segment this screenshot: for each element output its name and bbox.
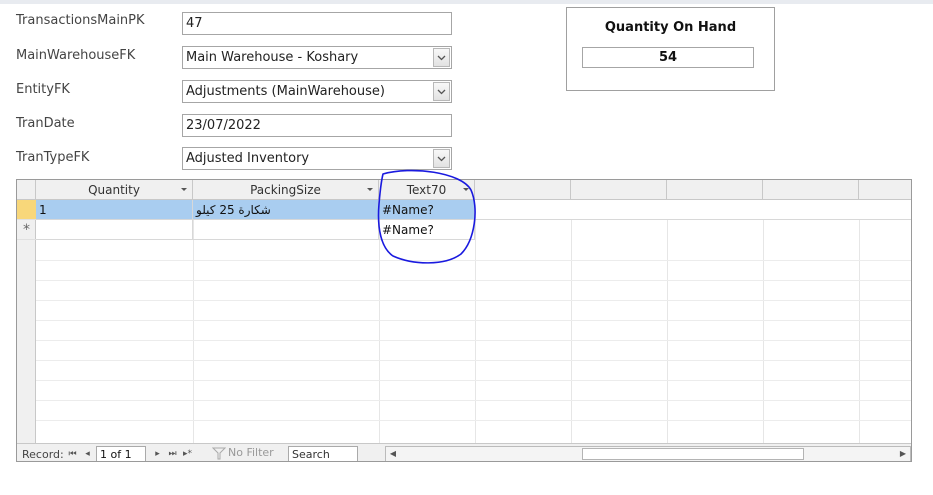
- column-header-label: PackingSize: [250, 183, 321, 197]
- column-sort-arrow-icon[interactable]: [367, 188, 373, 191]
- cell-text70[interactable]: #Name?: [379, 220, 475, 240]
- quantity-on-hand-title: Quantity On Hand: [604, 20, 737, 35]
- chevron-down-icon: [437, 89, 446, 94]
- no-filter-button[interactable]: No Filter: [210, 446, 274, 461]
- scrollbar-thumb[interactable]: [582, 448, 804, 460]
- column-header-label: Text70: [406, 183, 447, 197]
- column-sort-arrow-icon[interactable]: [181, 188, 187, 191]
- grid-line: [36, 420, 911, 421]
- main-warehouse-fk-value: Main Warehouse - Koshary: [186, 50, 359, 65]
- grid-line: [36, 400, 911, 401]
- new-record-icon[interactable]: ▸*: [182, 448, 193, 460]
- grid-line: [36, 380, 911, 381]
- tran-type-fk-value: Adjusted Inventory: [186, 151, 310, 166]
- transactions-main-pk-label: TransactionsMainPK: [16, 13, 145, 28]
- column-header-empty: [571, 180, 667, 200]
- row-empty-area: [475, 200, 911, 220]
- tran-date-value: 23/07/2022: [186, 118, 261, 133]
- cell-packing-size[interactable]: [193, 220, 379, 240]
- transactions-main-pk-value: 47: [186, 16, 203, 31]
- table-row-new[interactable]: #Name?: [36, 220, 911, 240]
- record-navigation-bar: Record: ⏮ ◂ 1 of 1 ▸ ⏭ ▸* No Filter Sear…: [17, 443, 911, 461]
- quantity-on-hand-panel: Quantity On Hand 54: [566, 7, 775, 91]
- column-header-text70[interactable]: Text70: [379, 180, 475, 200]
- cell-quantity[interactable]: 1: [36, 200, 193, 220]
- grid-line: [36, 300, 911, 301]
- entity-fk-combo[interactable]: Adjustments (MainWarehouse): [182, 80, 452, 103]
- record-selector-column: *: [17, 200, 36, 443]
- first-record-icon[interactable]: ⏮: [67, 448, 78, 460]
- cell-packing-size[interactable]: شكارة 25 كيلو: [193, 200, 379, 220]
- column-header-packing-size[interactable]: PackingSize: [193, 180, 379, 200]
- search-input[interactable]: Search: [288, 446, 358, 461]
- column-sort-arrow-icon[interactable]: [463, 188, 469, 191]
- tran-type-fk-label: TranTypeFK: [16, 150, 90, 165]
- column-header-empty: [859, 180, 911, 200]
- main-warehouse-fk-label: MainWarehouseFK: [16, 48, 136, 63]
- tran-type-dropdown-button[interactable]: [433, 149, 450, 168]
- current-record-marker[interactable]: [17, 200, 36, 220]
- scroll-right-icon[interactable]: ▶: [896, 447, 910, 461]
- column-header-empty: [475, 180, 571, 200]
- datasheet-subform: Quantity PackingSize Text70 * 1 شكارة 25…: [16, 179, 912, 462]
- main-warehouse-dropdown-button[interactable]: [433, 48, 450, 67]
- filter-icon: [212, 447, 226, 460]
- tran-date-field[interactable]: 23/07/2022: [182, 114, 452, 137]
- grid-line: [36, 360, 911, 361]
- transactions-main-pk-field[interactable]: 47: [182, 12, 452, 35]
- grid-line: [36, 320, 911, 321]
- column-header-quantity[interactable]: Quantity: [36, 180, 193, 200]
- horizontal-scrollbar[interactable]: ◀ ▶: [385, 446, 911, 461]
- entity-fk-label: EntityFK: [16, 82, 70, 97]
- chevron-down-icon: [437, 156, 446, 161]
- table-row[interactable]: 1 شكارة 25 كيلو #Name?: [36, 200, 911, 220]
- tran-date-label: TranDate: [16, 116, 75, 131]
- entity-dropdown-button[interactable]: [433, 82, 450, 101]
- entity-fk-value: Adjustments (MainWarehouse): [186, 84, 385, 99]
- column-header-empty: [763, 180, 859, 200]
- previous-record-icon[interactable]: ◂: [82, 448, 93, 460]
- chevron-down-icon: [437, 55, 446, 60]
- scroll-left-icon[interactable]: ◀: [386, 447, 400, 461]
- tran-type-fk-combo[interactable]: Adjusted Inventory: [182, 147, 452, 170]
- grid-line: [36, 280, 911, 281]
- next-record-icon[interactable]: ▸: [152, 448, 163, 460]
- column-header-empty: [667, 180, 763, 200]
- record-label: Record:: [22, 448, 64, 461]
- current-record-input[interactable]: 1 of 1: [96, 446, 146, 461]
- new-record-marker[interactable]: *: [17, 220, 36, 240]
- select-all-corner[interactable]: [17, 180, 36, 200]
- main-warehouse-fk-combo[interactable]: Main Warehouse - Koshary: [182, 46, 452, 69]
- cell-quantity[interactable]: [36, 220, 193, 240]
- last-record-icon[interactable]: ⏭: [167, 448, 178, 460]
- grid-line: [36, 260, 911, 261]
- datasheet-header: Quantity PackingSize Text70: [17, 180, 911, 200]
- quantity-on-hand-value[interactable]: 54: [582, 47, 754, 68]
- no-filter-label: No Filter: [228, 446, 274, 459]
- grid-line: [36, 340, 911, 341]
- window-top-border: [0, 0, 933, 4]
- cell-text70[interactable]: #Name?: [379, 200, 475, 220]
- column-header-label: Quantity: [88, 183, 140, 197]
